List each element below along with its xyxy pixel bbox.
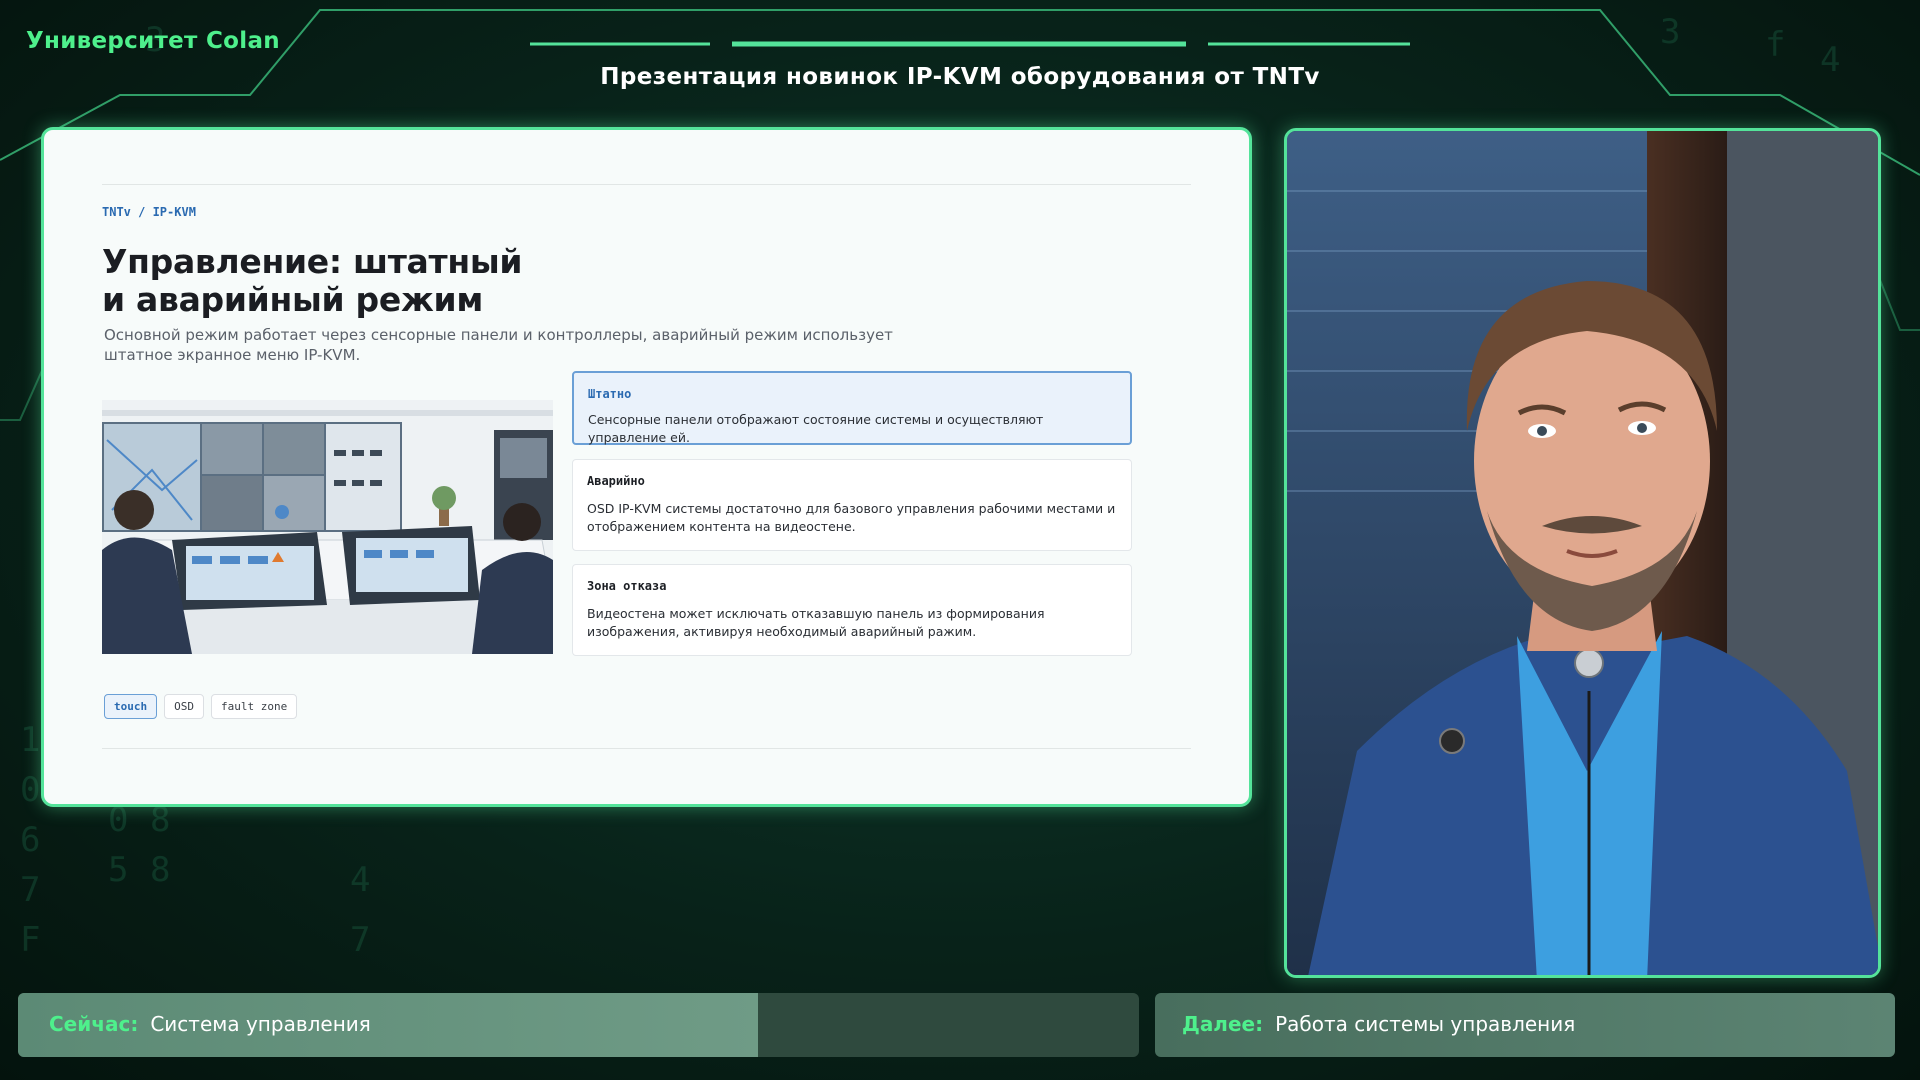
mode-card-emergency[interactable]: Аварийно OSD IP-KVM системы достаточно д… [572, 459, 1132, 551]
card-title: Аварийно [587, 474, 645, 488]
speaker-video [1284, 128, 1881, 978]
slide-heading: Управление: штатный и аварийный режим [102, 243, 702, 319]
brand-logo-text: Университет Colan [26, 28, 280, 54]
slide-subtitle: Основной режим работает через сенсорные … [104, 326, 893, 364]
breadcrumb: TNTv / IP-KVM [102, 205, 196, 219]
card-text: Видеостена может исключать отказавшую па… [587, 606, 1045, 639]
mode-card-normal[interactable]: Штатно Сенсорные панели отображают состо… [572, 371, 1132, 445]
tag-touch[interactable]: touch [104, 694, 158, 719]
next-topic: Работа системы управления [1275, 1012, 1576, 1036]
divider [102, 184, 1191, 185]
presentation-title: Презентация новинок IP-KVM оборудования … [600, 64, 1320, 90]
tag-osd[interactable]: OSD [164, 694, 204, 719]
slide-heading-line: Управление: штатный [102, 242, 523, 281]
control-room-illustration [102, 400, 553, 654]
now-label: Сейчас: [49, 1012, 139, 1036]
next-label: Далее: [1182, 1012, 1264, 1036]
tag-fault-zone[interactable]: fault zone [211, 694, 298, 719]
card-text: Сенсорные панели отображают состояние си… [588, 412, 1044, 445]
mode-card-fault-zone[interactable]: Зона отказа Видеостена может исключать о… [572, 564, 1132, 656]
slide-panel: TNTv / IP-KVM Управление: штатный и авар… [41, 127, 1252, 807]
now-topic: Система управления [150, 1012, 371, 1036]
tag-list: touch OSD fault zone [104, 694, 298, 719]
card-title: Зона отказа [587, 579, 667, 593]
next-label-group: Далее: Работа системы управления [1182, 1012, 1575, 1036]
slide-heading-line: и аварийный режим [102, 280, 483, 319]
next-up-bar: Далее: Работа системы управления [1155, 993, 1895, 1057]
card-text: OSD IP-KVM системы достаточно для базово… [587, 501, 1116, 534]
card-title: Штатно [588, 387, 632, 401]
divider [102, 748, 1191, 749]
now-playing-bar: Сейчас: Система управления [18, 993, 1139, 1057]
now-label-group: Сейчас: Система управления [49, 1012, 371, 1036]
